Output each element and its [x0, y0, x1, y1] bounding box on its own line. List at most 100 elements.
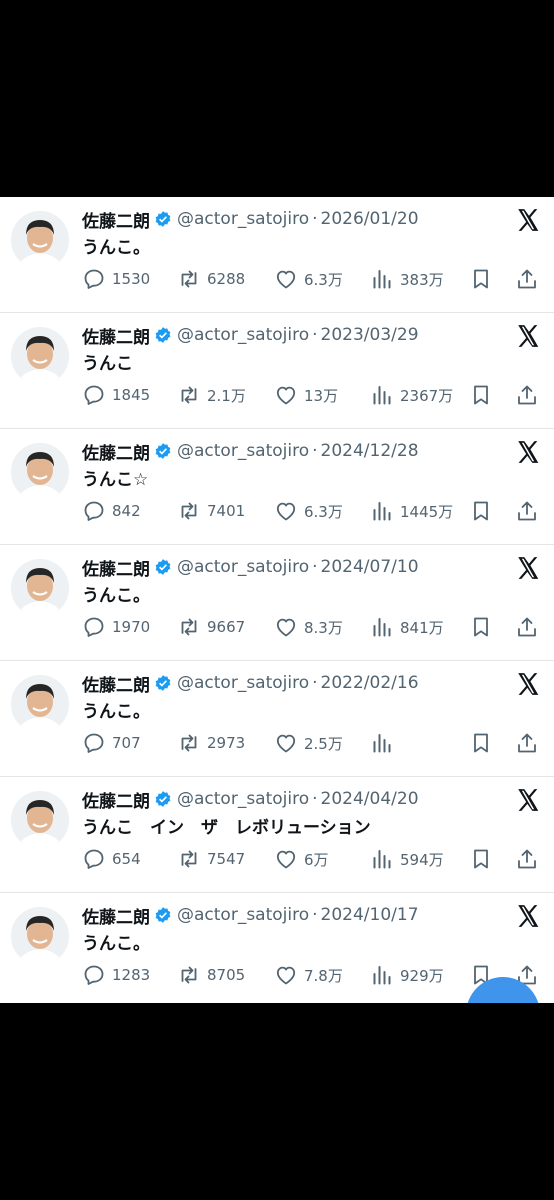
bookmark-button[interactable] — [469, 847, 493, 871]
bookmark-button[interactable] — [469, 499, 493, 523]
retweet-button[interactable]: 9667 — [177, 615, 245, 639]
like-count: 6.3万 — [304, 502, 343, 521]
like-count: 6万 — [304, 850, 329, 869]
retweet-button[interactable]: 2.1万 — [177, 383, 246, 407]
like-button[interactable]: 6万 — [274, 847, 329, 871]
tweet-item[interactable]: 佐藤二朗 @actor_satojiro · 2024/12/28 うんこ☆ 8… — [0, 429, 554, 545]
retweet-button[interactable]: 7401 — [177, 499, 245, 523]
x-logo-icon — [518, 789, 539, 811]
author-handle[interactable]: @actor_satojiro — [177, 325, 309, 345]
like-count: 6.3万 — [304, 270, 343, 289]
avatar-image — [11, 791, 69, 849]
reply-button[interactable]: 1970 — [82, 615, 150, 639]
bookmark-button[interactable] — [469, 383, 493, 407]
views-button[interactable]: 1445万 — [370, 499, 453, 523]
reply-button[interactable]: 654 — [82, 847, 141, 871]
share-button[interactable] — [515, 383, 539, 407]
like-button[interactable]: 13万 — [274, 383, 338, 407]
bookmark-button[interactable] — [469, 615, 493, 639]
author-handle[interactable]: @actor_satojiro — [177, 905, 309, 925]
verified-badge-icon — [155, 791, 171, 807]
retweet-button[interactable]: 7547 — [177, 847, 245, 871]
avatar[interactable] — [11, 327, 69, 385]
tweet-date[interactable]: 2024/07/10 — [321, 557, 419, 577]
author-name[interactable]: 佐藤二朗 — [82, 787, 150, 812]
share-button[interactable] — [515, 615, 539, 639]
reply-count: 1970 — [112, 618, 151, 636]
reply-count: 654 — [112, 850, 141, 868]
like-button[interactable]: 7.8万 — [274, 963, 343, 987]
retweet-button[interactable]: 8705 — [177, 963, 245, 987]
bookmark-icon — [474, 617, 488, 637]
tweet-date[interactable]: 2022/02/16 — [321, 673, 419, 693]
share-button[interactable] — [515, 499, 539, 523]
author-name[interactable]: 佐藤二朗 — [82, 439, 150, 464]
reply-count: 1283 — [112, 966, 151, 984]
bookmark-button[interactable] — [469, 267, 493, 291]
retweet-button[interactable]: 6288 — [177, 267, 245, 291]
tweet-date[interactable]: 2024/12/28 — [321, 441, 419, 461]
author-handle[interactable]: @actor_satojiro — [177, 557, 309, 577]
reply-button[interactable]: 707 — [82, 731, 141, 755]
retweet-button[interactable]: 2973 — [177, 731, 245, 755]
verified-badge-icon — [155, 211, 171, 227]
separator-dot: · — [312, 325, 318, 345]
avatar[interactable] — [11, 211, 69, 269]
author-name[interactable]: 佐藤二朗 — [82, 555, 150, 580]
retweet-count: 8705 — [207, 966, 246, 984]
heart-icon — [276, 618, 296, 637]
tweet-feed[interactable]: 佐藤二朗 @actor_satojiro · 2026/01/20 うんこ。 1… — [0, 197, 554, 1003]
avatar-image — [11, 443, 69, 501]
author-name[interactable]: 佐藤二朗 — [82, 323, 150, 348]
tweet-item[interactable]: 佐藤二朗 @actor_satojiro · 2024/07/10 うんこ。 1… — [0, 545, 554, 661]
tweet-date[interactable]: 2024/10/17 — [321, 905, 419, 925]
speech-bubble-icon — [84, 269, 104, 289]
share-button[interactable] — [515, 847, 539, 871]
views-button[interactable]: 929万 — [370, 963, 444, 987]
tweet-date[interactable]: 2026/01/20 — [321, 209, 419, 229]
reply-button[interactable]: 1283 — [82, 963, 150, 987]
tweet-actions: 1845 2.1万 13万 2367万 — [80, 383, 554, 407]
separator-dot: · — [312, 905, 318, 925]
reply-button[interactable]: 1530 — [82, 267, 150, 291]
views-button[interactable]: 383万 — [370, 267, 444, 291]
view-count: 594万 — [400, 850, 444, 869]
avatar[interactable] — [11, 907, 69, 965]
author-name[interactable]: 佐藤二朗 — [82, 903, 150, 928]
reply-button[interactable]: 1845 — [82, 383, 150, 407]
like-button[interactable]: 6.3万 — [274, 499, 343, 523]
avatar[interactable] — [11, 443, 69, 501]
views-button[interactable]: 594万 — [370, 847, 444, 871]
tweet-item[interactable]: 佐藤二朗 @actor_satojiro · 2022/02/16 うんこ。 7… — [0, 661, 554, 777]
verified-badge-icon — [155, 443, 171, 459]
reply-button[interactable]: 842 — [82, 499, 141, 523]
tweet-actions: 1970 9667 8.3万 841万 — [80, 615, 554, 639]
tweet-item[interactable]: 佐藤二朗 @actor_satojiro · 2024/04/20 うんこ イン… — [0, 777, 554, 893]
tweet-item[interactable]: 佐藤二朗 @actor_satojiro · 2024/10/17 うんこ。 1… — [0, 893, 554, 1003]
tweet-date[interactable]: 2023/03/29 — [321, 325, 419, 345]
tweet-date[interactable]: 2024/04/20 — [321, 789, 419, 809]
views-button[interactable]: 2367万 — [370, 383, 453, 407]
tweet-header: 佐藤二朗 @actor_satojiro · 2022/02/16 — [82, 671, 504, 696]
avatar[interactable] — [11, 559, 69, 617]
avatar-image — [11, 327, 69, 385]
like-button[interactable]: 8.3万 — [274, 615, 343, 639]
avatar[interactable] — [11, 675, 69, 733]
views-button[interactable] — [370, 731, 400, 755]
author-handle[interactable]: @actor_satojiro — [177, 209, 309, 229]
speech-bubble-icon — [84, 385, 104, 405]
author-name[interactable]: 佐藤二朗 — [82, 671, 150, 696]
like-button[interactable]: 2.5万 — [274, 731, 343, 755]
share-button[interactable] — [515, 267, 539, 291]
like-button[interactable]: 6.3万 — [274, 267, 343, 291]
author-handle[interactable]: @actor_satojiro — [177, 441, 309, 461]
views-button[interactable]: 841万 — [370, 615, 444, 639]
author-handle[interactable]: @actor_satojiro — [177, 789, 309, 809]
avatar[interactable] — [11, 791, 69, 849]
share-button[interactable] — [515, 731, 539, 755]
tweet-item[interactable]: 佐藤二朗 @actor_satojiro · 2023/03/29 うんこ 18… — [0, 313, 554, 429]
author-handle[interactable]: @actor_satojiro — [177, 673, 309, 693]
bookmark-button[interactable] — [469, 731, 493, 755]
author-name[interactable]: 佐藤二朗 — [82, 207, 150, 232]
tweet-item[interactable]: 佐藤二朗 @actor_satojiro · 2026/01/20 うんこ。 1… — [0, 197, 554, 313]
